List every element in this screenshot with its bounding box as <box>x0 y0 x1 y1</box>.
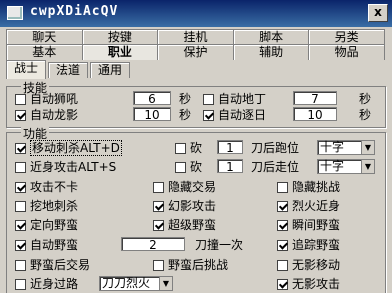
tab-class[interactable]: 职业 <box>81 44 159 60</box>
auto-roar-checkbox[interactable]: 自动狮吼 <box>15 92 78 106</box>
auto-revenge-seconds-input[interactable]: 10 <box>293 107 337 122</box>
close-attack-checkbox[interactable]: 近身攻击ALT+S <box>15 160 116 174</box>
tab-other[interactable]: 另类 <box>308 29 385 45</box>
chop-run-checkbox[interactable]: 砍 <box>175 141 202 155</box>
class-subtabs: 战士 法道 通用 <box>6 60 132 79</box>
hide-challenge-check[interactable] <box>277 182 288 193</box>
hide-challenge-checkbox[interactable]: 隐藏挑战 <box>277 180 340 194</box>
subtab-mage-taoist[interactable]: 法道 <box>48 62 89 78</box>
auto-dragon-seconds-input[interactable]: 10 <box>133 107 171 122</box>
close-pass-check[interactable] <box>15 279 26 290</box>
tab-keys[interactable]: 按键 <box>81 29 159 45</box>
chop-walk-direction-select[interactable]: 十字 ▼ <box>317 159 375 174</box>
flame-close-check[interactable] <box>277 201 288 212</box>
close-button[interactable]: x <box>368 4 388 22</box>
auto-roar-seconds-input[interactable]: 6 <box>133 91 171 106</box>
tab-protect[interactable]: 保护 <box>157 44 234 60</box>
tab-items[interactable]: 物品 <box>308 44 385 60</box>
tab-script[interactable]: 脚本 <box>232 29 310 45</box>
barbarian-then-challenge-check[interactable] <box>153 260 164 271</box>
dig-stab-checkbox[interactable]: 挖地刺杀 <box>15 199 78 213</box>
auto-ground-checkbox[interactable]: 自动地丁 <box>203 92 266 106</box>
move-stab-check[interactable] <box>15 143 26 154</box>
attack-no-lag-checkbox[interactable]: 攻击不卡 <box>15 180 78 194</box>
auto-revenge-check[interactable] <box>203 110 214 121</box>
super-barbarian-checkbox[interactable]: 超级野蛮 <box>153 218 216 232</box>
instant-barbarian-check[interactable] <box>277 220 288 231</box>
flame-close-checkbox[interactable]: 烈火近身 <box>277 199 340 213</box>
auto-dragon-checkbox[interactable]: 自动龙影 <box>15 108 78 122</box>
trace-barbarian-check[interactable] <box>277 240 288 251</box>
shadow-move-checkbox[interactable]: 无影移动 <box>277 258 340 272</box>
tab-chat[interactable]: 聊天 <box>6 29 83 45</box>
auto-barbarian-suffix: 刀撞一次 <box>195 238 244 252</box>
directed-barbarian-check[interactable] <box>15 220 26 231</box>
chop-walk-checkbox[interactable]: 砍 <box>175 160 202 174</box>
super-barbarian-check[interactable] <box>153 220 164 231</box>
auto-roar-unit: 秒 <box>179 92 192 106</box>
chop-run-count-input[interactable]: 1 <box>217 140 243 155</box>
tab-assist[interactable]: 辅助 <box>232 44 310 60</box>
attack-no-lag-check[interactable] <box>15 182 26 193</box>
chop-walk-check[interactable] <box>175 162 186 173</box>
barbarian-then-trade-checkbox[interactable]: 野蛮后交易 <box>15 258 90 272</box>
auto-revenge-checkbox[interactable]: 自动逐日 <box>203 108 266 122</box>
shadow-attack-check[interactable] <box>277 279 288 290</box>
subtab-general[interactable]: 通用 <box>90 62 131 78</box>
tab-afk[interactable]: 挂机 <box>157 29 234 45</box>
auto-barbarian-checkbox[interactable]: 自动野蛮 <box>15 238 78 252</box>
chop-run-direction-select[interactable]: 十字 ▼ <box>317 140 375 155</box>
chop-walk-count-input[interactable]: 1 <box>217 159 243 174</box>
tab-row-bottom: 基本 职业 保护 辅助 物品 <box>6 44 385 60</box>
chop-walk-label: 刀后走位 <box>251 160 300 174</box>
phantom-attack-check[interactable] <box>153 201 164 212</box>
trace-barbarian-checkbox[interactable]: 追踪野蛮 <box>277 238 340 252</box>
instant-barbarian-checkbox[interactable]: 瞬间野蛮 <box>277 218 340 232</box>
hide-trade-checkbox[interactable]: 隐藏交易 <box>153 180 216 194</box>
chevron-down-icon[interactable]: ▼ <box>361 141 374 154</box>
chop-run-label: 刀后跑位 <box>251 141 300 155</box>
barbarian-then-challenge-checkbox[interactable]: 野蛮后挑战 <box>153 258 228 272</box>
auto-barbarian-count-input[interactable]: 2 <box>121 237 185 252</box>
auto-dragon-unit: 秒 <box>179 108 192 122</box>
window-title: cwpXDiAcQV <box>30 4 119 19</box>
subtab-warrior[interactable]: 战士 <box>6 60 47 79</box>
auto-ground-seconds-input[interactable]: 7 <box>293 91 337 106</box>
title-bar[interactable]: cwpXDiAcQV x <box>0 0 392 27</box>
chevron-down-icon[interactable]: ▼ <box>361 160 374 173</box>
skills-group: 技能 自动狮吼 6 秒 自动地丁 7 秒 自动龙影 10 秒 自动逐日 10 秒 <box>6 79 386 128</box>
directed-barbarian-checkbox[interactable]: 定向野蛮 <box>15 218 78 232</box>
chevron-down-icon[interactable]: ▼ <box>159 277 172 290</box>
chop-run-check[interactable] <box>175 143 186 154</box>
tab-basic[interactable]: 基本 <box>6 44 83 60</box>
auto-dragon-check[interactable] <box>15 110 26 121</box>
close-attack-check[interactable] <box>15 162 26 173</box>
auto-ground-unit: 秒 <box>359 92 372 106</box>
auto-revenge-unit: 秒 <box>359 108 372 122</box>
barbarian-then-trade-check[interactable] <box>15 260 26 271</box>
shadow-move-check[interactable] <box>277 260 288 271</box>
phantom-attack-checkbox[interactable]: 幻影攻击 <box>153 199 216 213</box>
auto-barbarian-check[interactable] <box>15 240 26 251</box>
dig-stab-check[interactable] <box>15 201 26 212</box>
move-stab-checkbox[interactable]: 移动刺杀ALT+D <box>15 140 122 156</box>
auto-ground-check[interactable] <box>203 94 214 105</box>
auto-roar-check[interactable] <box>15 94 26 105</box>
app-icon <box>7 6 23 20</box>
functions-group: 功能 移动刺杀ALT+D 砍 1 刀后跑位 十字 ▼ 近身攻击ALT+S 砍 1… <box>6 125 386 293</box>
hide-trade-check[interactable] <box>153 182 164 193</box>
tab-row-top: 聊天 按键 挂机 脚本 另类 <box>6 29 385 45</box>
